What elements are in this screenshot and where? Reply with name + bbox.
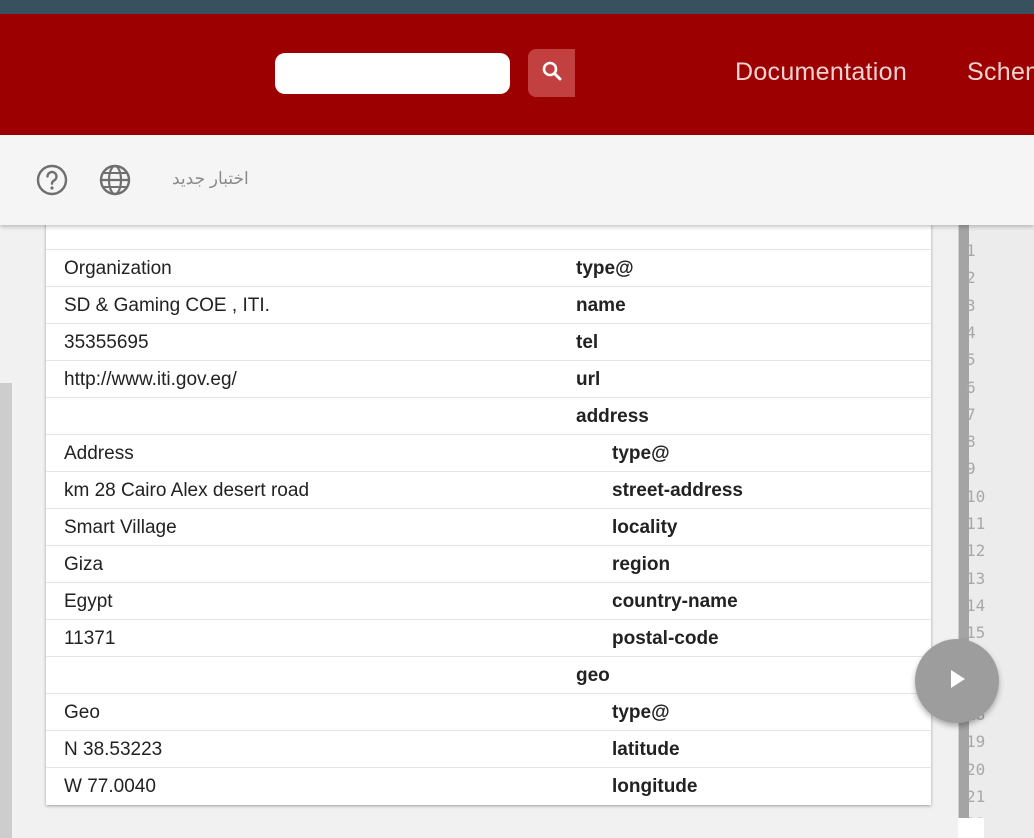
- line-number: 14: [966, 595, 986, 615]
- line-number: 7: [966, 404, 976, 424]
- value-cell: SD & Gaming COE , ITI.: [64, 295, 270, 316]
- line-number: 6: [966, 377, 976, 397]
- line-number: 3: [966, 295, 976, 315]
- site-header: Documentation Schema: [0, 14, 1034, 135]
- value-cell: 35355695: [64, 332, 149, 353]
- search-button[interactable]: [528, 49, 575, 97]
- value-cell: N 38.53223: [64, 739, 163, 760]
- left-panel-edge: [0, 383, 12, 838]
- table-row: km 28 Cairo Alex desert road street-addre…: [46, 471, 931, 509]
- table-row: 35355695 tel: [46, 323, 931, 361]
- property-cell: type@: [612, 702, 670, 723]
- table-row: Address type@: [46, 434, 931, 472]
- code-editor[interactable]: 1234567891011121314151819202122: [958, 225, 1034, 838]
- table-row: SD & Gaming COE , ITI. name: [46, 286, 931, 324]
- table-row: geo: [46, 656, 931, 694]
- line-number: 9: [966, 459, 976, 479]
- table-row: http://www.iti.gov.eg/url: [46, 360, 931, 398]
- property-cell: name: [576, 295, 626, 316]
- search-input[interactable]: [275, 53, 510, 94]
- globe-icon[interactable]: [98, 163, 132, 197]
- line-number: 13: [966, 568, 986, 588]
- line-number: 12: [966, 541, 986, 561]
- value-cell: Organization: [64, 258, 172, 279]
- table-row: Organization type@: [46, 249, 931, 287]
- property-cell: latitude: [612, 739, 680, 760]
- table-row: Geo type@: [46, 693, 931, 731]
- value-cell: Egypt: [64, 591, 113, 612]
- property-cell: street-address: [612, 480, 743, 501]
- value-cell: Geo: [64, 702, 100, 723]
- property-cell: tel: [576, 332, 599, 353]
- run-button[interactable]: [915, 639, 999, 723]
- property-cell: longitude: [612, 776, 698, 797]
- table-row: 11371 postal-code: [46, 619, 931, 657]
- nav-schema[interactable]: Schema: [967, 58, 1034, 87]
- table-row: Egypt country-name: [46, 582, 931, 620]
- property-cell: postal-code: [612, 628, 719, 649]
- line-number: 20: [966, 759, 986, 779]
- table-row: address: [46, 397, 931, 435]
- editor-corner: [958, 818, 984, 838]
- line-number: 10: [966, 486, 986, 506]
- line-number: 19: [966, 732, 986, 752]
- table-row: Smart Village locality: [46, 508, 931, 546]
- new-test-button[interactable]: اختبار جديد: [172, 169, 249, 189]
- line-number: 2: [966, 268, 976, 288]
- toolbar: اختبار جديد: [0, 135, 1034, 225]
- property-cell: country-name: [612, 591, 738, 612]
- table-row: W 77.0040 longitude: [46, 767, 931, 805]
- help-circle-icon[interactable]: [35, 163, 69, 197]
- nav-documentation[interactable]: Documentation: [735, 58, 907, 87]
- line-number: 8: [966, 432, 976, 452]
- property-cell: geo: [576, 665, 610, 686]
- property-cell: type@: [576, 258, 634, 279]
- line-number: 1: [966, 241, 976, 260]
- value-cell: Address: [64, 443, 134, 464]
- value-cell: http://www.iti.gov.eg/: [64, 369, 237, 390]
- table-row: Giza region: [46, 545, 931, 583]
- line-number: 21: [966, 787, 986, 806]
- table-row: N 38.53223 latitude: [46, 730, 931, 768]
- line-number: 5: [966, 350, 976, 370]
- property-cell: address: [576, 406, 649, 427]
- result-table: Organization type@ SD & Gaming COE , ITI. n…: [46, 212, 931, 805]
- play-icon: [945, 667, 969, 696]
- value-cell: km 28 Cairo Alex desert road: [64, 480, 310, 501]
- search-icon: [541, 60, 563, 87]
- value-cell: Smart Village: [64, 517, 177, 538]
- property-cell: type@: [612, 443, 670, 464]
- property-cell: region: [612, 554, 671, 575]
- property-cell: locality: [612, 517, 678, 538]
- top-strip: [0, 0, 1034, 14]
- value-cell: Giza: [64, 554, 104, 575]
- property-cell: url: [576, 369, 601, 390]
- line-number: 11: [966, 514, 986, 533]
- value-cell: W 77.0040: [64, 776, 156, 797]
- value-cell: 11371: [64, 628, 116, 649]
- line-number: 4: [966, 322, 976, 342]
